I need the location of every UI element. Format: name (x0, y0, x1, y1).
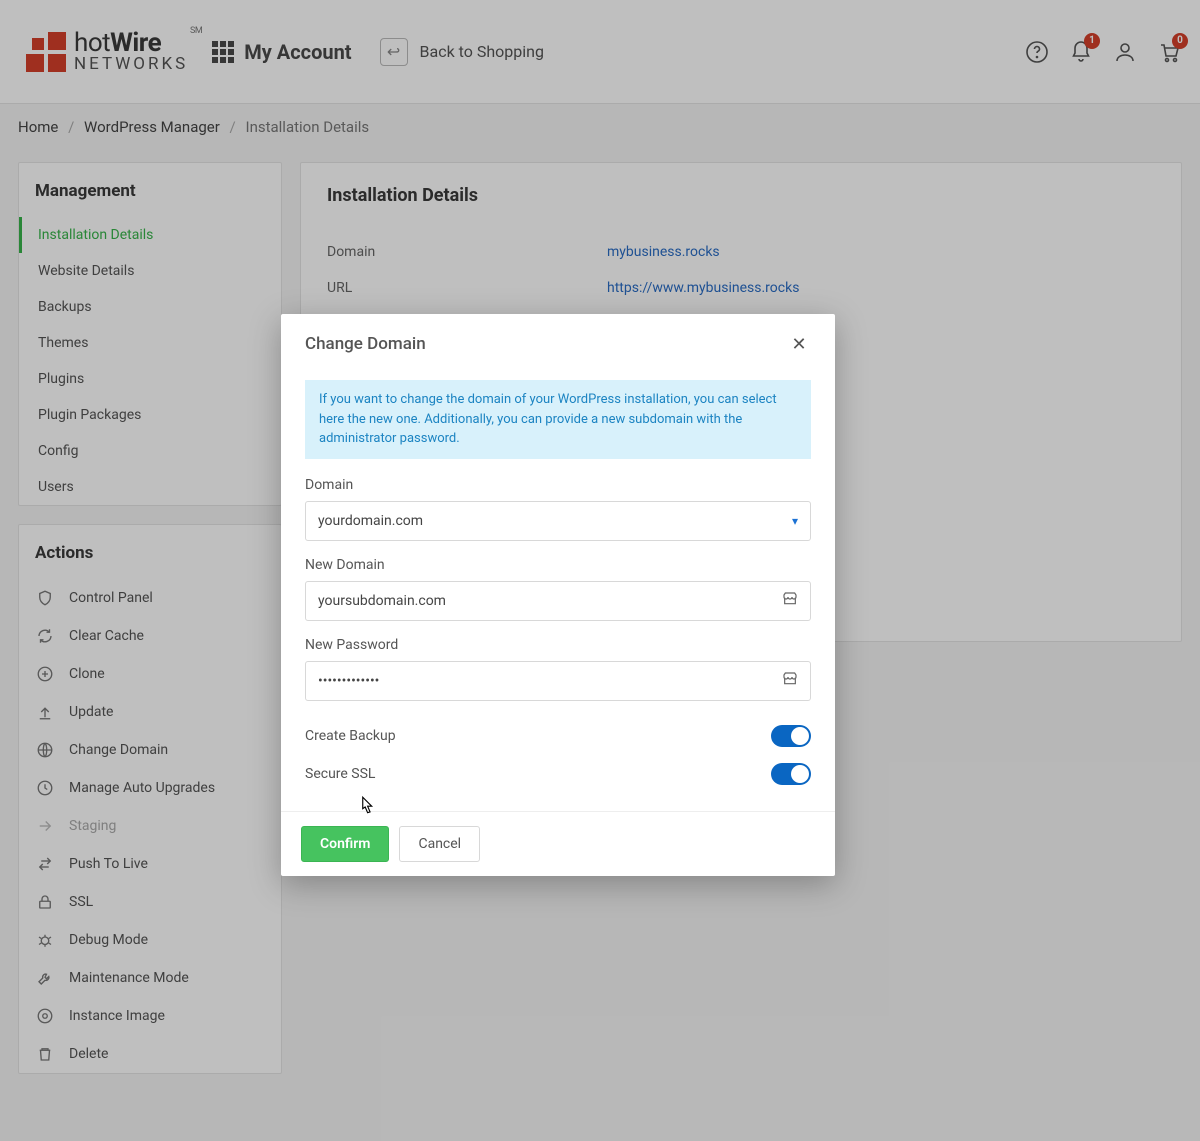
chevron-down-icon: ▾ (792, 514, 798, 528)
secure-ssl-label: Secure SSL (305, 766, 375, 782)
domain-label: Domain (305, 477, 811, 493)
change-domain-modal: Change Domain ✕ If you want to change th… (281, 314, 835, 876)
store-icon (782, 591, 798, 611)
close-icon[interactable]: ✕ (787, 332, 811, 356)
secure-ssl-toggle[interactable] (771, 763, 811, 785)
confirm-button[interactable]: Confirm (301, 826, 389, 862)
new-password-input[interactable] (305, 661, 811, 701)
store-icon (782, 671, 798, 691)
new-domain-label: New Domain (305, 557, 811, 573)
modal-title: Change Domain (305, 334, 426, 354)
cancel-button[interactable]: Cancel (399, 826, 480, 862)
create-backup-toggle[interactable] (771, 725, 811, 747)
new-password-label: New Password (305, 637, 811, 653)
new-domain-input[interactable] (305, 581, 811, 621)
create-backup-label: Create Backup (305, 728, 396, 744)
info-banner: If you want to change the domain of your… (305, 380, 811, 459)
domain-select[interactable]: yourdomain.com ▾ (305, 501, 811, 541)
